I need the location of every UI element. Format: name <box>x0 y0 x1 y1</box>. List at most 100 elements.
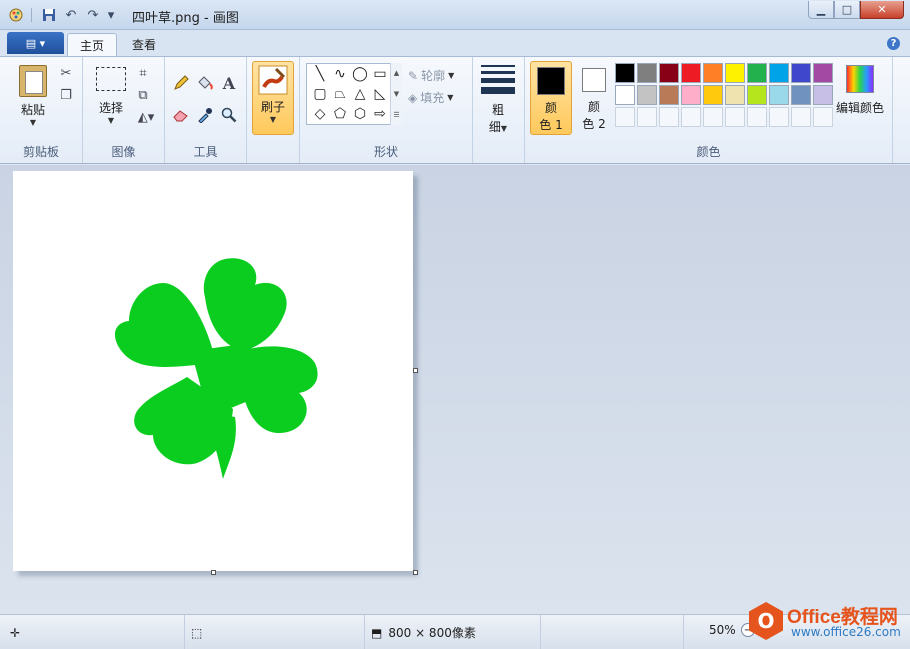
scroll-down-icon[interactable]: ▼ <box>394 90 399 98</box>
image-group-label: 图像 <box>111 145 136 159</box>
palette-swatch[interactable] <box>615 85 635 105</box>
rounded-rectangle-shape-icon[interactable]: ▢ <box>310 84 330 104</box>
palette-swatch[interactable] <box>813 85 833 105</box>
image-size-icon: ⬒ <box>371 625 383 640</box>
palette-swatch[interactable] <box>703 63 723 83</box>
oval-shape-icon[interactable]: ◯ <box>350 64 370 84</box>
palette-swatch[interactable] <box>769 85 789 105</box>
tab-home[interactable]: 主页 <box>67 33 118 56</box>
rectangle-shape-icon[interactable]: ▭ <box>370 64 390 84</box>
palette-custom-slot[interactable] <box>703 107 723 127</box>
shapes-gallery: ╲ ∿ ◯ ▭ ▢ ⏢ △ ◺ ◇ ⬠ ⬡ ⇨ <box>306 63 402 125</box>
palette-swatch[interactable] <box>725 63 745 83</box>
crop-icon[interactable]: ⌗ <box>133 63 153 83</box>
save-icon[interactable] <box>40 6 58 24</box>
paste-button[interactable]: 粘贴 ▼ <box>12 65 54 127</box>
outline-icon: ✎ <box>408 68 419 83</box>
palette-custom-slot[interactable] <box>813 107 833 127</box>
palette-custom-slot[interactable] <box>659 107 679 127</box>
palette-custom-slot[interactable] <box>681 107 701 127</box>
palette-custom-slot[interactable] <box>615 107 635 127</box>
palette-swatch[interactable] <box>769 63 789 83</box>
palette-swatch[interactable] <box>659 85 679 105</box>
size-button[interactable]: 粗 细▼ <box>480 101 516 135</box>
paint-app-icon[interactable] <box>8 7 24 23</box>
palette-swatch[interactable] <box>681 63 701 83</box>
color2-button[interactable]: 颜 色 2 <box>574 61 614 135</box>
brushes-group <box>247 57 300 163</box>
polygon-shape-icon[interactable]: ⏢ <box>330 84 350 104</box>
palette-custom-slot[interactable] <box>637 107 657 127</box>
edit-colors-button[interactable]: 编辑颜色 <box>836 65 885 116</box>
edit-colors-label: 编辑颜色 <box>836 101 885 115</box>
palette-swatch[interactable] <box>681 85 701 105</box>
undo-icon[interactable]: ↶ <box>62 6 80 24</box>
palette-swatch[interactable] <box>615 63 635 83</box>
triangle-shape-icon[interactable]: △ <box>350 84 370 104</box>
eraser-icon[interactable] <box>171 105 191 125</box>
select-button[interactable]: 选择 ▼ <box>91 67 131 125</box>
pentagon-shape-icon[interactable]: ⬠ <box>330 104 350 124</box>
cut-icon[interactable]: ✂ <box>56 63 76 83</box>
scroll-up-icon[interactable]: ▲ <box>394 69 399 77</box>
drawing-canvas[interactable] <box>13 171 413 571</box>
magnifier-icon[interactable] <box>219 105 239 125</box>
zoom-level: 50% <box>709 623 736 637</box>
move-cursor-icon: ✛ <box>10 625 21 640</box>
canvas-workarea[interactable] <box>0 165 910 614</box>
rotate-icon[interactable]: ◭▾ <box>133 107 159 127</box>
resize-handle-bottom[interactable] <box>211 570 216 575</box>
palette-swatch[interactable] <box>791 85 811 105</box>
palette-swatch[interactable] <box>813 63 833 83</box>
copy-icon[interactable]: ❐ <box>56 85 76 105</box>
qat-customize-chevron-down-icon[interactable]: ▾ <box>104 6 118 24</box>
hexagon-shape-icon[interactable]: ⬡ <box>350 104 370 124</box>
diamond-shape-icon[interactable]: ◇ <box>310 104 330 124</box>
shapes-group-label: 形状 <box>373 145 398 159</box>
palette-custom-slot[interactable] <box>769 107 789 127</box>
palette-swatch[interactable] <box>747 63 767 83</box>
line-thickness-icon[interactable] <box>481 65 515 98</box>
palette-swatch[interactable] <box>637 85 657 105</box>
shapes-scrollbar[interactable]: ▲ ▼ ☰ <box>390 63 402 125</box>
clover-shape <box>114 258 318 479</box>
selection-size-cell: ⬚ <box>185 615 365 649</box>
palette-swatch[interactable] <box>791 63 811 83</box>
palette-custom-slot[interactable] <box>791 107 811 127</box>
palette-swatch[interactable] <box>725 85 745 105</box>
redo-icon[interactable]: ↷ <box>84 6 102 24</box>
fill-bucket-icon[interactable] <box>195 73 215 93</box>
fill-button[interactable]: ◈ 填充 ▼ <box>408 89 453 106</box>
text-tool-icon[interactable]: A <box>219 73 239 93</box>
tools-group-label: 工具 <box>193 145 218 159</box>
fill-icon: ◈ <box>408 90 418 105</box>
right-triangle-shape-icon[interactable]: ◺ <box>370 84 390 104</box>
selection-icon: ⬚ <box>191 625 203 640</box>
palette-swatch[interactable] <box>703 85 723 105</box>
palette-custom-slot[interactable] <box>725 107 745 127</box>
palette-swatch[interactable] <box>747 85 767 105</box>
file-menu-button[interactable]: ▤ ▾ <box>7 32 64 54</box>
pencil-icon[interactable] <box>171 73 191 93</box>
size-label-line2: 细▼ <box>488 120 508 134</box>
color1-button[interactable]: 颜 色 1 <box>530 61 572 135</box>
palette-swatch[interactable] <box>637 63 657 83</box>
resize-icon[interactable]: ⧉ <box>133 85 153 105</box>
color-picker-icon[interactable] <box>195 105 215 125</box>
watermark: O Office教程网 www.office26.com <box>745 600 905 646</box>
palette-swatch[interactable] <box>659 63 679 83</box>
line-shape-icon[interactable]: ╲ <box>310 64 330 84</box>
help-icon[interactable]: ? <box>887 37 900 50</box>
fill-label: 填充 <box>420 91 445 105</box>
maximize-button[interactable]: □ <box>834 1 860 19</box>
tab-view[interactable]: 查看 <box>120 33 168 56</box>
curve-shape-icon[interactable]: ∿ <box>330 64 350 84</box>
outline-button[interactable]: ✎ 轮廓 ▼ <box>408 67 454 84</box>
resize-handle-corner[interactable] <box>413 570 418 575</box>
resize-handle-right[interactable] <box>413 368 418 373</box>
minimize-button[interactable]: ▁ <box>808 1 834 19</box>
arrow-shape-icon[interactable]: ⇨ <box>370 104 390 124</box>
close-button[interactable]: ✕ <box>860 1 904 19</box>
expand-gallery-icon[interactable]: ☰ <box>393 111 399 119</box>
palette-custom-slot[interactable] <box>747 107 767 127</box>
